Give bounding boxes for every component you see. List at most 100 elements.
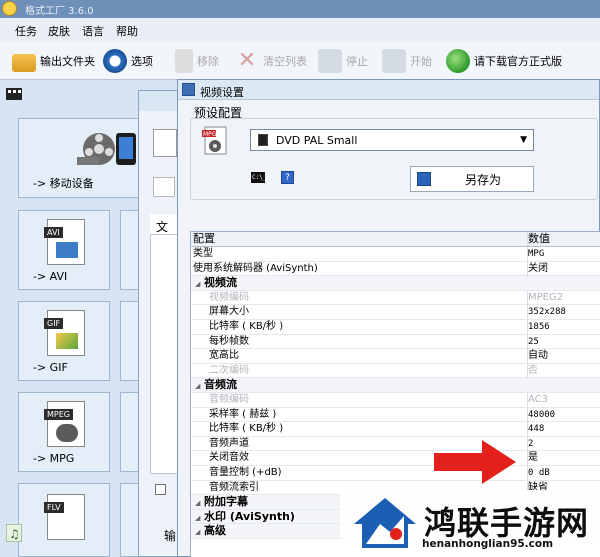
collapse-triangle-icon[interactable]: ◢ xyxy=(195,496,204,510)
property-row[interactable]: 使用系统解码器 (AviSynth) 关闭 xyxy=(191,261,600,277)
mobile-device-tile[interactable]: -> 移动设备 xyxy=(18,118,140,198)
avi-tile[interactable]: AVI -> AVI xyxy=(18,210,110,290)
tile-label-avi: -> AVI xyxy=(33,270,68,283)
delete-button[interactable]: 移除 xyxy=(175,46,219,76)
mpg-small-icon xyxy=(153,129,177,157)
mpg-format-icon: MPG xyxy=(202,126,228,156)
property-category-row[interactable]: ◢ 音频流 xyxy=(191,378,600,393)
watermark-url: henanhonglian95.com xyxy=(422,538,554,550)
output-label: 输 xyxy=(164,529,177,543)
property-value[interactable]: 是 xyxy=(527,451,600,466)
collapse-triangle-icon[interactable]: ◢ xyxy=(195,277,204,291)
property-row[interactable]: 视频编码 MPEG2 xyxy=(191,290,600,306)
flv-tag: FLV xyxy=(44,502,64,513)
category-label: ◢ 视频流 xyxy=(195,276,527,291)
delete-icon xyxy=(175,49,193,73)
add-file-icon[interactable] xyxy=(153,177,175,197)
property-value[interactable]: 1856 xyxy=(527,320,600,334)
property-row[interactable]: 音频声道 2 xyxy=(191,436,600,452)
mpg-file-icon: MPEG xyxy=(44,401,85,447)
property-row[interactable]: 比特率 ( KB/秒 ) 448 xyxy=(191,422,600,437)
file-list[interactable] xyxy=(150,234,180,474)
property-value[interactable]: MPG xyxy=(527,247,600,261)
download-official-button[interactable]: 请下载官方正式版 xyxy=(446,46,562,76)
category-label: ◢ 音频流 xyxy=(195,378,527,393)
options-label: 选项 xyxy=(131,55,153,68)
save-as-button[interactable]: 另存为 xyxy=(410,166,534,192)
tile-partial xyxy=(120,483,138,557)
options-button[interactable]: 选项 xyxy=(103,46,153,76)
property-row[interactable]: 比特率 ( KB/秒 ) 1856 xyxy=(191,320,600,335)
gif-file-icon: GIF xyxy=(44,310,85,356)
save-as-label: 另存为 xyxy=(465,172,502,187)
property-key: 采样率 ( 赫兹 ) xyxy=(209,408,277,420)
video-category-icon[interactable] xyxy=(5,86,23,102)
property-key: 比特率 ( KB/秒 ) xyxy=(209,321,284,332)
tile-partial xyxy=(120,210,138,290)
property-row[interactable]: 音量控制 (+dB) 0 dB xyxy=(191,466,600,481)
property-row[interactable]: 宽高比 自动 xyxy=(191,349,600,364)
music-category-icon[interactable]: ♫ xyxy=(5,523,23,543)
property-value[interactable]: MPEG2 xyxy=(527,290,600,305)
collapse-triangle-icon[interactable]: ◢ xyxy=(195,379,204,393)
property-value[interactable]: 2 xyxy=(527,436,600,451)
preset-dropdown[interactable]: DVD PAL Small ▼ xyxy=(250,129,534,151)
delete-label: 移除 xyxy=(197,55,219,68)
output-folder-label: 输出文件夹 xyxy=(40,55,95,68)
property-value[interactable]: 自动 xyxy=(527,349,600,364)
property-value[interactable]: 48000 xyxy=(527,407,600,422)
help-icon[interactable]: ? xyxy=(281,171,294,184)
menu-task[interactable]: 任务 xyxy=(15,23,37,39)
dialog-title-bar: 视频设置 xyxy=(178,80,599,100)
tile-label-gif: -> GIF xyxy=(33,361,68,374)
property-category-row[interactable]: ◢ 视频流 xyxy=(191,276,600,291)
property-row[interactable]: 类型 MPG xyxy=(191,247,600,262)
property-row[interactable]: 音频编码 AC3 xyxy=(191,393,600,408)
film-reel-phone-icon xyxy=(77,133,136,165)
menu-skin[interactable]: 皮肤 xyxy=(48,23,70,39)
collapse-triangle-icon[interactable]: ◢ xyxy=(195,525,204,539)
property-value[interactable]: 关闭 xyxy=(527,261,600,276)
gif-tag: GIF xyxy=(44,318,64,329)
property-value[interactable]: 0 dB xyxy=(527,466,600,480)
clear-list-button[interactable]: ✕ 清空列表 xyxy=(235,46,307,76)
preset-dropdown-value: DVD PAL Small xyxy=(276,133,358,147)
start-icon xyxy=(382,49,406,73)
gif-tile[interactable]: GIF -> GIF xyxy=(18,301,110,381)
property-row[interactable]: 每秒帧数 25 xyxy=(191,334,600,350)
dvd-icon xyxy=(258,134,268,146)
property-value[interactable]: 否 xyxy=(527,363,600,378)
stop-button[interactable]: 停止 xyxy=(318,46,368,76)
tile-partial xyxy=(120,301,138,381)
avi-tag: AVI xyxy=(44,227,63,238)
property-key: 二次编码 xyxy=(209,364,249,376)
command-line-icon[interactable]: C:\_ xyxy=(251,172,266,183)
start-button[interactable]: 开始 xyxy=(382,46,432,76)
file-column-header[interactable]: 文件 xyxy=(150,214,180,251)
mpg-tile[interactable]: MPEG -> MPG xyxy=(18,392,110,472)
stop-icon xyxy=(318,49,342,73)
collapse-triangle-icon[interactable]: ◢ xyxy=(195,511,204,525)
menu-language[interactable]: 语言 xyxy=(82,23,104,39)
property-row[interactable]: 关闭音效是 xyxy=(191,451,600,466)
property-row[interactable]: 屏幕大小 352x288 xyxy=(191,305,600,320)
property-row[interactable]: 采样率 ( 赫兹 ) 48000 xyxy=(191,407,600,423)
option-checkbox[interactable] xyxy=(155,484,166,495)
flv-tile[interactable]: FLV xyxy=(18,483,110,557)
svg-text:♫: ♫ xyxy=(9,527,20,541)
property-value[interactable]: AC3 xyxy=(527,393,600,407)
download-official-label: 请下载官方正式版 xyxy=(474,55,562,68)
property-value[interactable]: 352x288 xyxy=(527,305,600,320)
tile-label-mpg: -> MPG xyxy=(33,452,75,465)
output-folder-button[interactable]: 输出文件夹 xyxy=(12,46,95,76)
format-factory-logo-icon xyxy=(2,1,17,16)
property-value[interactable]: 448 xyxy=(527,422,600,437)
stop-label: 停止 xyxy=(346,55,368,68)
chevron-down-icon: ▼ xyxy=(520,135,527,145)
dialog-title: 视频设置 xyxy=(200,86,244,99)
column-config-header: 配置 xyxy=(193,232,215,245)
property-row[interactable]: 二次编码 否 xyxy=(191,363,600,379)
property-grid-header: 配置 数值 xyxy=(191,232,600,247)
menu-help[interactable]: 帮助 xyxy=(116,23,138,39)
property-value[interactable]: 25 xyxy=(527,334,600,349)
